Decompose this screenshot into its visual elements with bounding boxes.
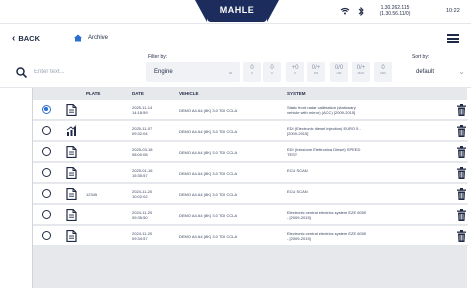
search-input[interactable] xyxy=(34,62,134,82)
cell-system: ECU SCAN xyxy=(287,168,308,173)
sort-select[interactable]: default ⌄ xyxy=(410,62,468,82)
cell-date: 2024-11-20 09:34:57 xyxy=(132,231,153,241)
cell-plate: 12345 xyxy=(86,192,98,197)
document-icon xyxy=(66,209,77,221)
table-row[interactable]: 2024-11-20 09:35:50 DEMO A4 A4 (8K) 3.0 T… xyxy=(33,205,468,225)
filter-value: Engine xyxy=(154,69,173,75)
document-icon xyxy=(66,230,77,242)
cell-vehicle: DEMO A4 A4 (8K) 3.0 TDI CCLA xyxy=(179,129,238,134)
filter-bar: Filter by: Engine ⌄ 00 00 +00 0/+DS 0/0H… xyxy=(0,52,471,88)
bluetooth-icon xyxy=(358,6,364,18)
cell-vehicle: DEMO A4 A4 (8K) 3.0 TDI CCLA xyxy=(179,171,238,176)
document-icon xyxy=(66,167,77,179)
chart-icon xyxy=(66,125,77,136)
brand-logo: MAHLE xyxy=(219,5,255,15)
cell-system: Static front radar calibration (stationa… xyxy=(287,105,356,115)
trash-icon[interactable] xyxy=(457,188,466,200)
home-icon[interactable] xyxy=(74,34,82,42)
hamburger-menu-icon[interactable] xyxy=(447,34,459,43)
trash-icon[interactable] xyxy=(457,209,466,221)
table-row[interactable]: 2025-01-16 15:35:57 DEMO A4 A4 (8K) 3.0 T… xyxy=(33,163,468,183)
search-icon xyxy=(16,67,27,78)
archive-table: PLATE DATE VEHICLE SYSTEM 2025-11-14 14:… xyxy=(32,88,468,288)
row-radio[interactable] xyxy=(42,189,51,198)
row-radio[interactable] xyxy=(42,210,51,219)
row-radio[interactable] xyxy=(42,105,51,114)
document-icon xyxy=(66,146,77,158)
row-radio[interactable] xyxy=(42,231,51,240)
chevron-down-icon: ⌄ xyxy=(227,67,234,76)
cell-vehicle: DEMO A4 A4 (8K) 3.0 TDI CCLA xyxy=(179,234,238,239)
filter-button-1[interactable]: 00 xyxy=(243,62,261,82)
filter-button-7[interactable]: 0 ARC xyxy=(374,62,392,82)
ip-address: 1.30.262.115 (1.30.56.11/0) xyxy=(379,5,411,17)
row-radio[interactable] xyxy=(42,147,51,156)
cell-date: 2025-11-07 09:32:04 xyxy=(132,126,153,136)
table-row[interactable]: 2025-11-07 09:32:04 DEMO A4 A4 (8K) 3.0 T… xyxy=(33,121,468,141)
table-row[interactable]: 2025-03-18 08:00:08 DEMO A4 A4 (8K) 3.0 T… xyxy=(33,142,468,162)
sort-value: default xyxy=(416,69,435,75)
cell-system: EDI (Iniezione Elettronica Diesel) SPEED… xyxy=(287,147,361,157)
filter-button-5[interactable]: 0/0 HM xyxy=(330,62,348,82)
cell-date: 2025-01-16 15:35:57 xyxy=(132,168,153,178)
trash-icon[interactable] xyxy=(457,146,466,158)
cell-date: 2025-03-18 08:00:08 xyxy=(132,147,153,157)
cell-system: EDI (Electronic diesel injection) EURO 5… xyxy=(287,126,361,136)
filter-button-6[interactable]: 0/+ MAN xyxy=(352,62,370,82)
brand-tab: MAHLE xyxy=(195,0,279,22)
clock: 10:22 xyxy=(446,8,460,14)
header-date: DATE xyxy=(132,91,144,96)
row-radio[interactable] xyxy=(42,168,51,177)
cell-vehicle: DEMO A4 A4 (8K) 3.0 TDI CCLA xyxy=(179,108,238,113)
filter-button-3[interactable]: +0 0 xyxy=(286,62,304,82)
cell-system: Electronic central electrics system EZE … xyxy=(287,210,367,220)
trash-icon[interactable] xyxy=(457,125,466,137)
document-icon xyxy=(66,188,77,200)
header-system: SYSTEM xyxy=(287,91,306,96)
cell-date: 2025-11-14 14:18:59 xyxy=(132,105,153,115)
top-bar: MAHLE 1.30.262.115 (1.30.56.11/0) 10:22 xyxy=(0,0,471,24)
row-radio[interactable] xyxy=(42,126,51,135)
trash-icon[interactable] xyxy=(457,167,466,179)
chevron-left-icon: ‹ xyxy=(12,32,16,44)
cell-date: 2024-11-20 09:35:50 xyxy=(132,210,153,220)
cell-date: 2024-11-20 10:02:02 xyxy=(132,189,153,199)
table-row[interactable]: 2025-11-14 14:18:59 DEMO A4 A4 (8K) 3.0 T… xyxy=(33,100,468,120)
cell-vehicle: DEMO A4 A4 (8K) 3.0 TDI CCLA xyxy=(179,150,238,155)
header-plate: PLATE xyxy=(86,91,101,96)
trash-icon[interactable] xyxy=(457,230,466,242)
back-button[interactable]: ‹ BACK xyxy=(12,32,41,44)
cell-vehicle: DEMO A4 A4 (8K) 3.0 TDI CCLA xyxy=(179,192,238,197)
chevron-down-icon: ⌄ xyxy=(458,67,465,76)
cell-system: ECU SCAN xyxy=(287,189,308,194)
trash-icon[interactable] xyxy=(457,104,466,116)
back-label: BACK xyxy=(18,34,41,43)
table-row[interactable]: 12345 2024-11-20 10:02:02 DEMO A4 A4 (8K) … xyxy=(33,184,468,204)
filter-select[interactable]: Engine ⌄ xyxy=(146,62,240,82)
header-vehicle: VEHICLE xyxy=(179,91,199,96)
cell-system: Electronic central electrics system EZE … xyxy=(287,231,367,241)
filter-label: Filter by: xyxy=(148,54,168,60)
breadcrumb[interactable]: Archive xyxy=(88,35,108,41)
document-icon xyxy=(66,104,77,116)
nav-row: ‹ BACK Archive xyxy=(0,24,471,52)
filter-button-2[interactable]: 00 xyxy=(263,62,281,82)
filter-button-4[interactable]: 0/+ DS xyxy=(307,62,325,82)
sort-label: Sort by: xyxy=(412,54,430,60)
cell-vehicle: DEMO A4 A4 (8K) 3.0 TDI CCLA xyxy=(179,213,238,218)
wifi-icon xyxy=(340,7,350,17)
table-row[interactable]: 2024-11-20 09:34:57 DEMO A4 A4 (8K) 3.0 T… xyxy=(33,226,468,246)
table-header: PLATE DATE VEHICLE SYSTEM xyxy=(33,90,468,100)
